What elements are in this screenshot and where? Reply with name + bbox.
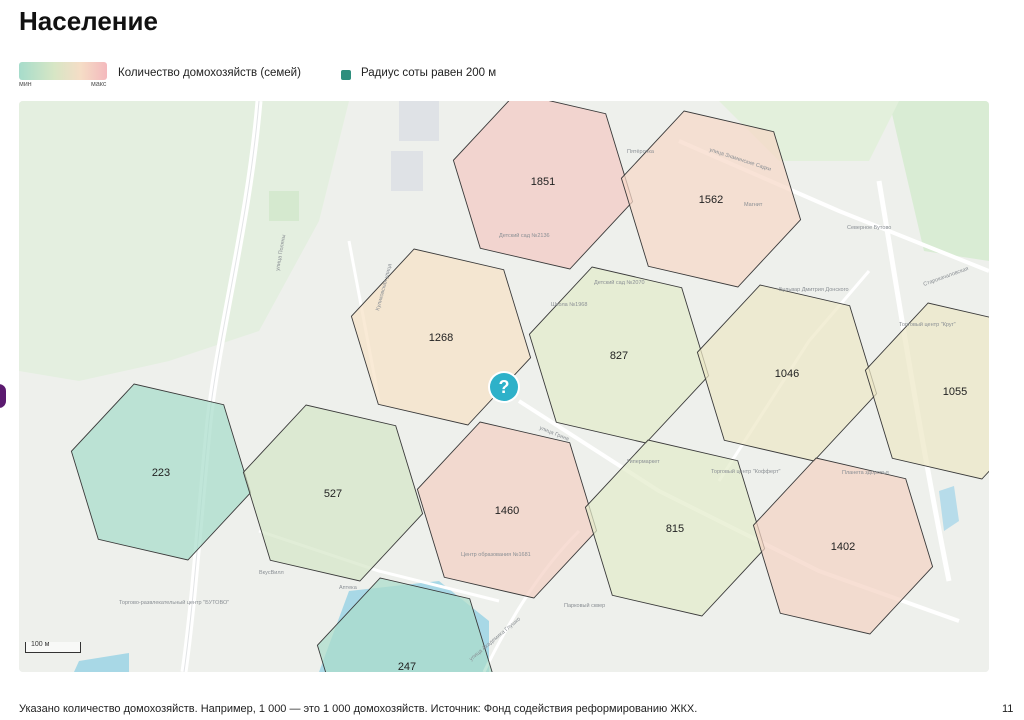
gradient-max-label: макс — [91, 81, 107, 88]
page-number: 11 — [1002, 703, 1014, 715]
hex-household-count: 1460 — [495, 505, 519, 517]
hex-household-count: 827 — [610, 350, 628, 362]
hex-household-count: 815 — [666, 523, 684, 535]
page-title: Население — [19, 6, 158, 36]
hex-household-count: 1046 — [775, 368, 799, 380]
hex-household-count: 1055 — [943, 386, 967, 398]
scale-bar: 100 м — [25, 641, 81, 653]
poi-label: Гипермаркет — [627, 459, 660, 465]
poi-label: Детский сад №2070 — [594, 279, 645, 286]
hex-population-map[interactable]: 1851 1562 1268 827 1046 1055 223 527 1460 815 1402… — [19, 101, 989, 672]
poi-label: Торговый центр "Кофферт" — [711, 468, 781, 475]
footer-note: Указано количество домохозяйств. Наприме… — [19, 703, 698, 715]
gradient-scale-bar — [19, 62, 107, 80]
district-label: Северное Бутово — [847, 225, 891, 231]
hex-household-count: 1402 — [831, 541, 855, 553]
poi-label: Торгово-развлекательный центр "БУТОВО" — [119, 599, 229, 606]
hex-household-count: 223 — [152, 467, 170, 479]
poi-label: Центр образования №1681 — [461, 552, 531, 558]
poi-label: Школа №1968 — [551, 302, 587, 308]
poi-label: Детский сад №2136 — [499, 232, 550, 239]
hex-household-count: 1268 — [429, 332, 453, 344]
poi-label: Пятёрочка — [627, 149, 655, 155]
poi-label: Торговый центр "Круг" — [899, 321, 956, 328]
legend: мин макс Количество домохозяйств (семей)… — [19, 60, 619, 90]
poi-label: Планета здоровья — [842, 470, 889, 476]
scale-bar-label: 100 м — [31, 641, 50, 648]
street-label: Бульвар Дмитрия Донского — [779, 287, 849, 293]
side-navigation-tab[interactable] — [0, 384, 6, 408]
help-marker-icon[interactable]: ? — [490, 373, 518, 401]
hex-household-count: 527 — [324, 488, 342, 500]
hex-household-count: 247 — [398, 661, 416, 672]
radius-legend-label: Радиус соты равен 200 м — [361, 67, 497, 79]
radius-legend-swatch — [341, 70, 351, 80]
hex-household-count: 1562 — [699, 194, 723, 206]
hex-household-count: 1851 — [531, 176, 555, 188]
poi-label: Парковый сквер — [564, 602, 605, 609]
poi-label: Магнит — [744, 202, 763, 208]
poi-label: ВкусВилл — [259, 570, 284, 576]
gradient-min-label: мин — [19, 81, 32, 88]
poi-label: Аптека — [339, 585, 358, 591]
gradient-legend-label: Количество домохозяйств (семей) — [118, 67, 301, 79]
